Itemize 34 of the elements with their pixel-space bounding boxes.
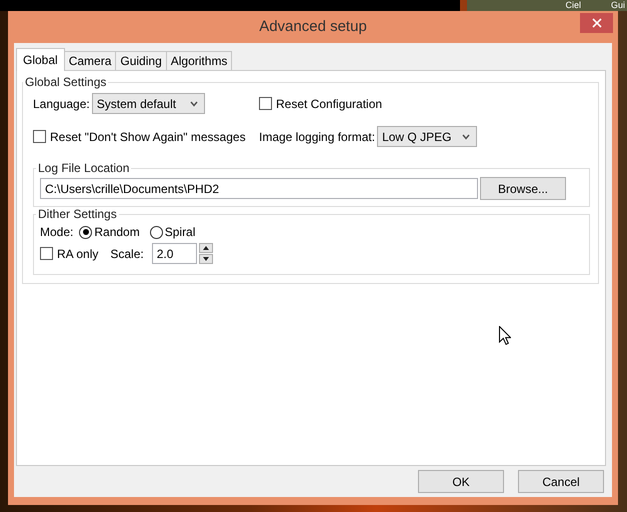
language-label: Language: — [33, 96, 90, 110]
mouse-pointer-icon — [499, 326, 511, 345]
group-title: Log File Location — [37, 161, 130, 175]
triangle-down-icon — [202, 257, 209, 261]
image-logging-format-label: Image logging format: — [259, 130, 376, 144]
reset-messages-checkbox[interactable]: Reset "Don't Show Again" messages — [33, 130, 246, 144]
background-window-label: Ciel — [565, 0, 581, 11]
mode-label: Mode: — [40, 225, 74, 239]
tab[interactable]: Algorithms — [166, 51, 232, 70]
mode-radio[interactable]: Random — [79, 225, 140, 239]
scale-field[interactable]: 2.0 — [152, 243, 197, 264]
reset-configuration-checkbox[interactable]: Reset Configuration — [259, 96, 382, 110]
close-button[interactable] — [580, 13, 613, 33]
language-dropdown[interactable]: System default — [92, 93, 205, 114]
triangle-up-icon — [202, 246, 209, 250]
tab[interactable]: Global — [16, 48, 65, 71]
image-format-dropdown[interactable]: Low Q JPEG — [377, 126, 478, 147]
chevron-down-icon — [462, 134, 470, 140]
spin-up-button[interactable] — [198, 243, 213, 253]
scale-label: Scale: — [110, 246, 144, 260]
spin-down-button[interactable] — [198, 254, 213, 264]
browse-button[interactable]: Browse... — [480, 177, 566, 200]
tab[interactable]: Guiding — [115, 51, 167, 70]
background-window-label: Gui — [610, 0, 625, 11]
ra-only-checkbox[interactable]: RA only — [40, 246, 98, 260]
log-path-field[interactable]: C:\Users\crille\Documents\PHD2 — [40, 178, 478, 199]
group-title: Dither Settings — [37, 207, 118, 221]
dialog-button[interactable]: Cancel — [518, 470, 604, 493]
dialog-button[interactable]: OK — [418, 470, 504, 493]
mode-radio[interactable]: Spiral — [150, 225, 196, 239]
group-title: Global Settings — [24, 75, 108, 89]
chevron-down-icon — [190, 100, 198, 106]
window-title: Advanced setup — [259, 18, 367, 34]
close-icon — [592, 18, 602, 28]
